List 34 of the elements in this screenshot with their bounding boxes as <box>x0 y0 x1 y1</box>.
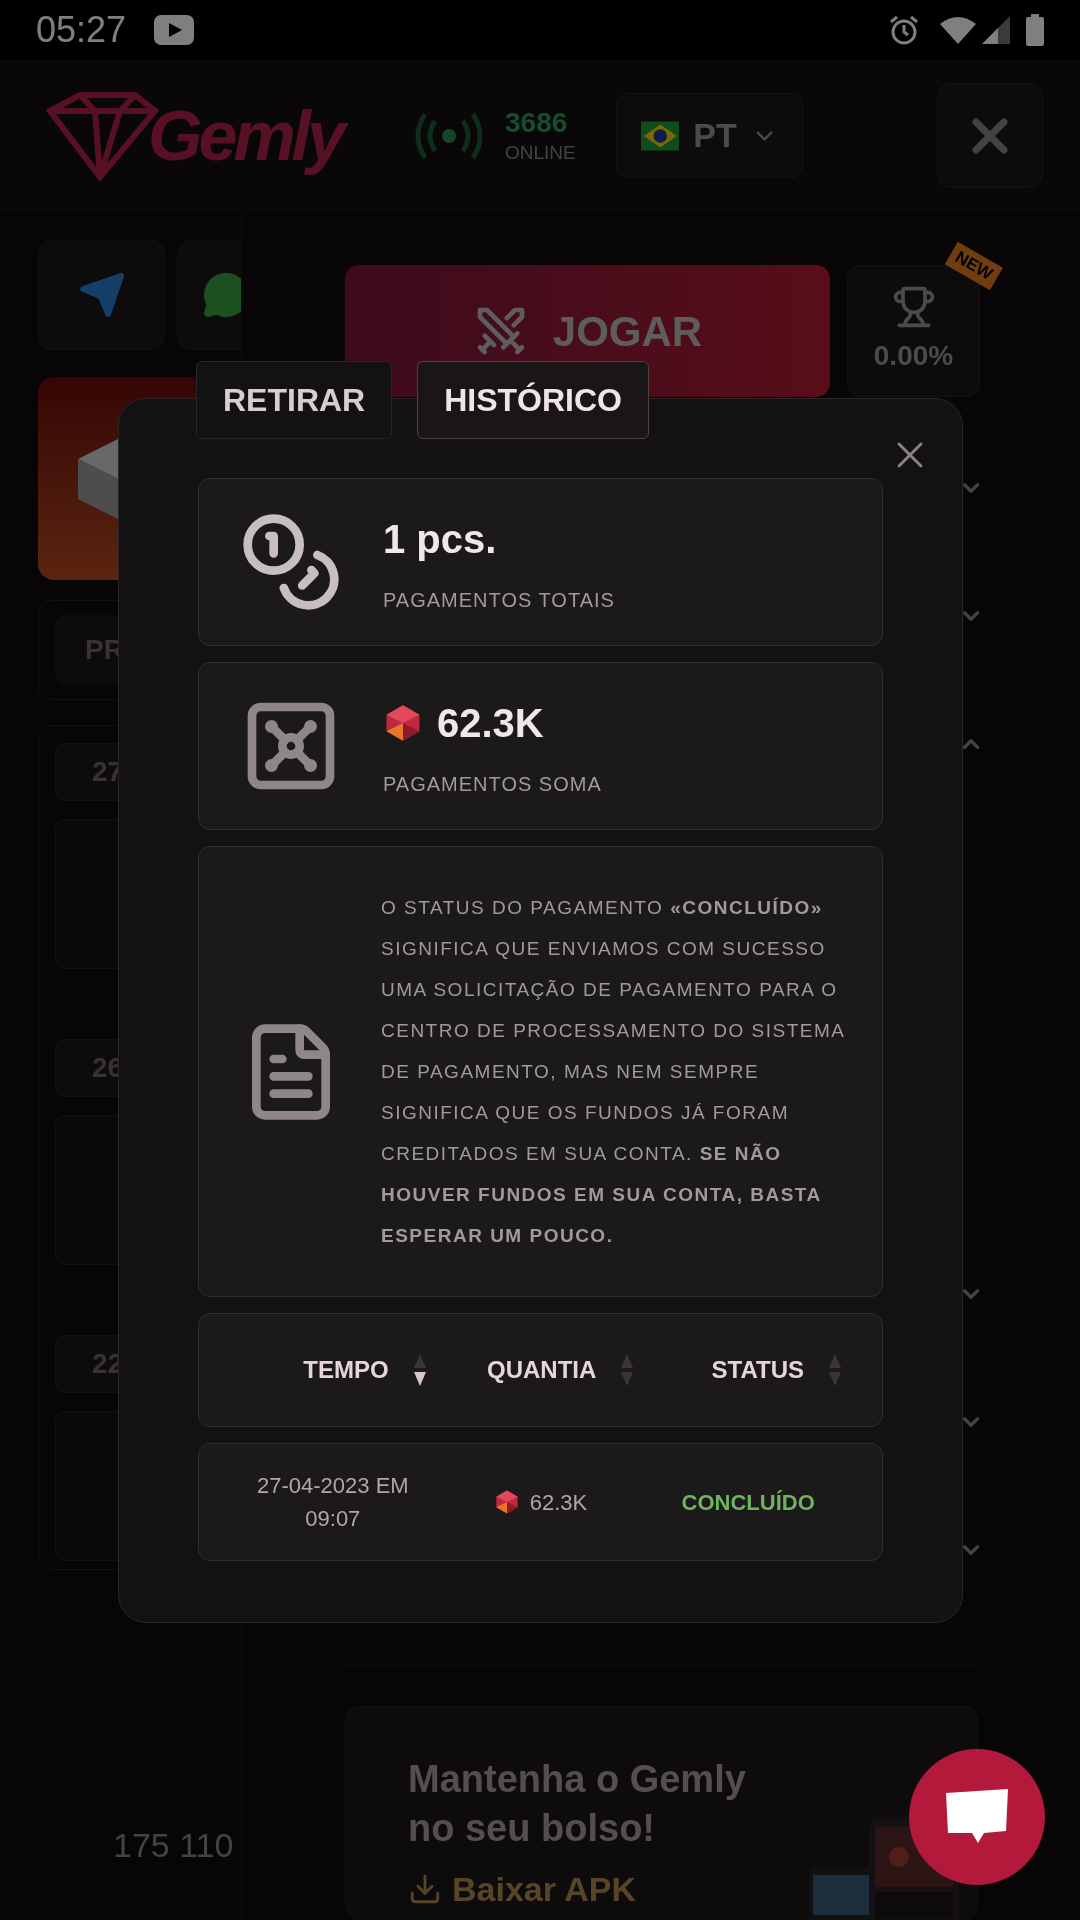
video-app-icon <box>154 15 195 45</box>
alarm-icon <box>888 14 920 46</box>
balance-text: 175 110 <box>112 1825 235 1866</box>
trophy-percent: 0.00% <box>873 339 954 373</box>
status-cell-text: CONCLUÍDO <box>680 1488 816 1517</box>
dialog-tab[interactable]: RETIRAR <box>196 361 393 439</box>
broadcast-icon <box>415 110 483 161</box>
amount-cell-text: 62.3K <box>529 1488 588 1517</box>
online-count: 3686 <box>505 109 569 137</box>
cube-icon <box>78 438 118 519</box>
chat-bubble-icon <box>202 271 241 319</box>
telegram-tile[interactable] <box>38 240 165 350</box>
battery-icon <box>1026 14 1044 46</box>
column-header[interactable]: TEMPO <box>303 1352 389 1388</box>
wifi-icon <box>940 16 976 44</box>
gem-icon <box>493 1489 520 1515</box>
stat-label: PAGAMENTOS SOMA <box>383 772 602 797</box>
stat-label: PAGAMENTOS TOTAIS <box>383 588 615 613</box>
close-button[interactable] <box>937 83 1043 188</box>
dialog-tab[interactable]: HISTÓRICO <box>417 361 649 439</box>
column-header[interactable]: STATUS <box>711 1352 804 1388</box>
signal-icon <box>982 16 1010 44</box>
column-header[interactable]: QUANTIA <box>487 1352 597 1388</box>
promo-title: Mantenha o Gemly no seu bolso! <box>408 1757 747 1852</box>
stat-value: 62.3K <box>437 700 544 747</box>
paper-plane-icon <box>77 271 126 319</box>
logo-text: Gemly <box>148 93 354 178</box>
online-label: ONLINE <box>505 143 576 162</box>
trophy-icon <box>891 285 936 329</box>
stat-value: 1 pcs. <box>383 516 497 563</box>
clock-time: 05:27 <box>36 8 127 52</box>
notice-text: O STATUS DO PAGAMENTO «CONCLUÍDO» SIGNIFICA QUE ENVIAMOS COM SUCESSO UMA SOLICITAÇÃO DE PAGAMENTO PARA O CENTRO DE PROCESSAMENTO DO SISTEMA DE PAGAMENTO, MAS NEM SEMPRE SIGNIFICA QUE OS FUNDOS JÁ FORAM CREDITADOS EM SUA CONTA. SE NÃO HOUVER FUNDOS EM SUA CONTA, BASTA ESPERAR UM POUCO. <box>381 896 846 1248</box>
time-cell-text: 27-04-2023 EM 09:07 <box>256 1472 410 1533</box>
flag-icon <box>640 120 680 151</box>
